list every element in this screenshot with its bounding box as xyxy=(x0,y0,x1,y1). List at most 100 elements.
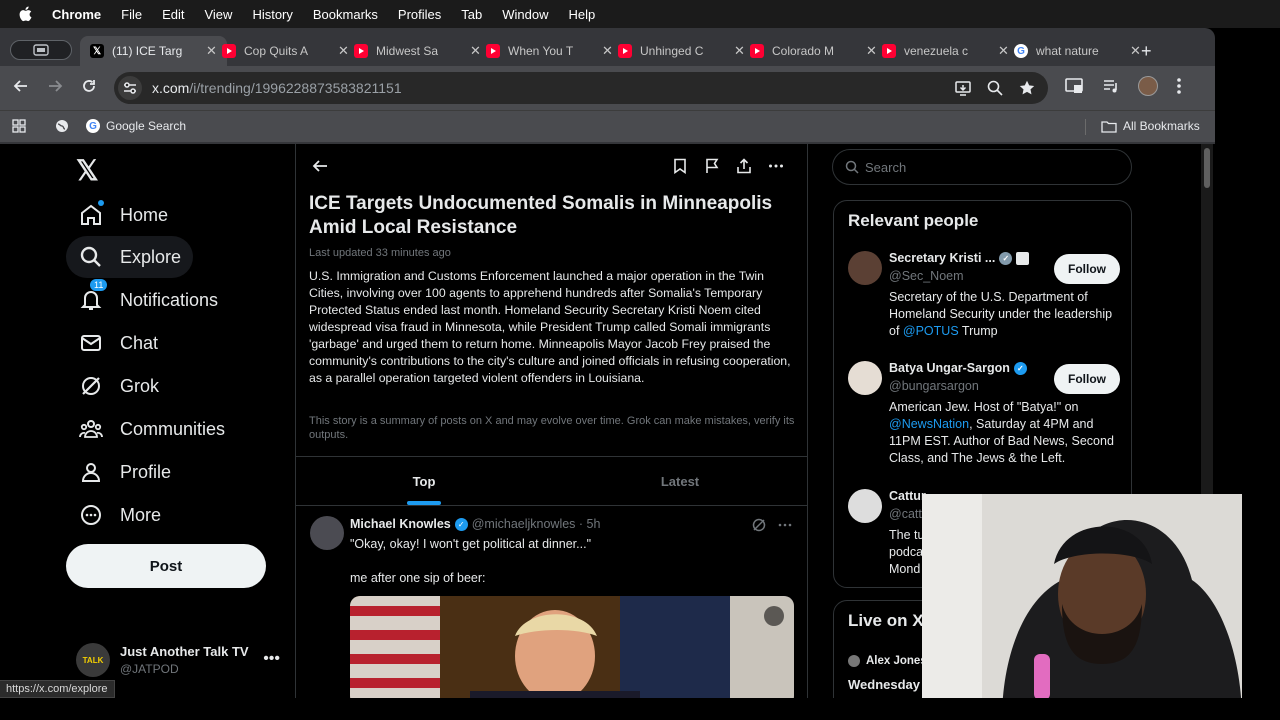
search-input[interactable] xyxy=(865,159,1105,175)
tweet-handle-time: @michaeljknowles · 5h xyxy=(471,517,601,531)
live-title-text[interactable]: Wednesday xyxy=(848,677,920,692)
menu-window[interactable]: Window xyxy=(502,7,548,22)
address-bar[interactable]: x.com/i/trending/1996228873583821151 xyxy=(114,72,1048,104)
kebab-menu-icon[interactable] xyxy=(1176,77,1182,95)
tab-title: Colorado M xyxy=(772,44,835,58)
tab-title: (11) ICE Targ xyxy=(112,44,183,58)
reload-icon[interactable] xyxy=(81,78,97,99)
new-tab-icon[interactable]: + xyxy=(1141,41,1152,62)
back-arrow-icon[interactable] xyxy=(13,78,29,99)
grok-explain-icon[interactable] xyxy=(752,518,766,532)
bookmark-icon[interactable] xyxy=(672,158,688,174)
profile-avatar[interactable] xyxy=(1138,76,1158,96)
menu-profiles[interactable]: Profiles xyxy=(398,7,441,22)
menu-edit[interactable]: Edit xyxy=(162,7,184,22)
nav-more[interactable]: More xyxy=(66,494,173,536)
install-app-icon[interactable] xyxy=(954,79,972,97)
person-handle: @bungarsargon xyxy=(889,379,979,393)
bookmark-star-icon[interactable] xyxy=(1018,79,1036,97)
flag-icon[interactable] xyxy=(704,158,720,174)
account-name: Just Another Talk TV xyxy=(120,644,249,659)
tab-latest[interactable]: Latest xyxy=(552,457,808,505)
tab-search-button[interactable] xyxy=(10,40,72,60)
scrollbar-thumb[interactable] xyxy=(1204,148,1210,188)
globe-icon[interactable] xyxy=(55,119,69,133)
search-icon xyxy=(78,244,104,270)
person-handle: @Sec_Noem xyxy=(889,269,964,283)
bookmarks-bar: G Google Search All Bookmarks xyxy=(0,110,1215,142)
unread-dot xyxy=(98,200,104,206)
tab-3[interactable]: When You T ✕ xyxy=(476,36,623,66)
menu-tab[interactable]: Tab xyxy=(461,7,482,22)
menu-file[interactable]: File xyxy=(121,7,142,22)
account-switcher[interactable]: TALK Just Another Talk TV @JATPOD ••• xyxy=(76,640,286,680)
person-avatar[interactable] xyxy=(848,361,882,395)
post-button[interactable]: Post xyxy=(66,544,266,588)
live-host[interactable]: Alex Jones xyxy=(848,655,927,667)
host-avatar xyxy=(848,655,860,667)
more-horizontal-icon[interactable] xyxy=(768,158,784,174)
apps-grid-icon[interactable] xyxy=(12,119,26,133)
media-controls-icon[interactable] xyxy=(1102,77,1120,95)
envelope-icon xyxy=(78,330,104,356)
apple-icon[interactable] xyxy=(18,6,34,22)
follow-button[interactable]: Follow xyxy=(1054,254,1120,284)
menu-view[interactable]: View xyxy=(204,7,232,22)
more-horizontal-icon[interactable] xyxy=(778,518,792,532)
browser-toolbar: x.com/i/trending/1996228873583821151 xyxy=(0,66,1215,110)
person-avatar[interactable] xyxy=(848,251,882,285)
nav-grok[interactable]: Grok xyxy=(66,365,171,407)
mention-link[interactable]: @NewsNation xyxy=(889,417,969,431)
menu-history[interactable]: History xyxy=(252,7,292,22)
zoom-icon[interactable] xyxy=(986,79,1004,97)
nav-explore[interactable]: Explore xyxy=(66,236,194,278)
tab-top[interactable]: Top xyxy=(296,457,552,505)
tab-6[interactable]: venezuela c ✕ xyxy=(872,36,1019,66)
nav-profile[interactable]: Profile xyxy=(66,451,183,493)
browser-chrome: 𝕏 (11) ICE Targ ✕ Cop Quits A ✕ Midwest … xyxy=(0,28,1215,144)
tab-5[interactable]: Colorado M ✕ xyxy=(740,36,887,66)
x-logo-icon[interactable]: 𝕏 xyxy=(76,154,99,187)
person-handle: @catt xyxy=(889,507,922,521)
mention-link[interactable]: @POTUS xyxy=(903,324,959,338)
nav-label: Profile xyxy=(120,461,172,482)
youtube-icon xyxy=(486,44,500,58)
url-text: x.com/i/trending/1996228873583821151 xyxy=(152,80,402,96)
nav-notifications[interactable]: 11 Notifications xyxy=(66,279,230,321)
story-header-bar xyxy=(296,144,808,190)
follow-button[interactable]: Follow xyxy=(1054,364,1120,394)
share-icon[interactable] xyxy=(736,158,752,174)
all-bookmarks[interactable]: All Bookmarks xyxy=(1101,119,1200,133)
tweet-author-name[interactable]: Michael Knowles xyxy=(350,517,451,531)
close-icon[interactable]: ✕ xyxy=(1130,43,1141,59)
tab-title: Midwest Sa xyxy=(376,44,439,58)
person-name[interactable]: Batya Ungar-Sargon xyxy=(889,361,1010,375)
person-avatar[interactable] xyxy=(848,489,882,523)
search-icon xyxy=(845,160,859,174)
tweet-media[interactable] xyxy=(350,596,794,700)
menu-app-name[interactable]: Chrome xyxy=(52,7,101,22)
bookmark-google-search[interactable]: G Google Search xyxy=(86,119,186,133)
tweet-avatar[interactable] xyxy=(310,516,344,550)
menu-help[interactable]: Help xyxy=(569,7,596,22)
tab-1[interactable]: Cop Quits A ✕ xyxy=(212,36,359,66)
account-handle: @JATPOD xyxy=(120,662,179,676)
nav-home[interactable]: Home xyxy=(66,194,180,236)
menu-bookmarks[interactable]: Bookmarks xyxy=(313,7,378,22)
person-name[interactable]: Secretary Kristi ... xyxy=(889,251,995,265)
tab-7[interactable]: G what nature ✕ xyxy=(1004,36,1151,66)
more-horizontal-icon[interactable]: ••• xyxy=(263,650,280,668)
cast-icon[interactable] xyxy=(1064,77,1084,95)
nav-chat[interactable]: Chat xyxy=(66,322,170,364)
tab-4[interactable]: Unhinged C ✕ xyxy=(608,36,755,66)
forward-arrow-icon[interactable] xyxy=(47,78,63,99)
nav-communities[interactable]: Communities xyxy=(66,408,237,450)
tweet-line: me after one sip of beer: xyxy=(350,571,486,585)
youtube-icon xyxy=(750,44,764,58)
search-box[interactable] xyxy=(832,149,1132,185)
relevant-people-title: Relevant people xyxy=(848,211,979,230)
tab-0[interactable]: 𝕏 (11) ICE Targ ✕ xyxy=(80,36,227,66)
tab-2[interactable]: Midwest Sa ✕ xyxy=(344,36,491,66)
back-arrow-icon[interactable] xyxy=(312,158,328,179)
site-info-icon[interactable] xyxy=(118,76,142,100)
